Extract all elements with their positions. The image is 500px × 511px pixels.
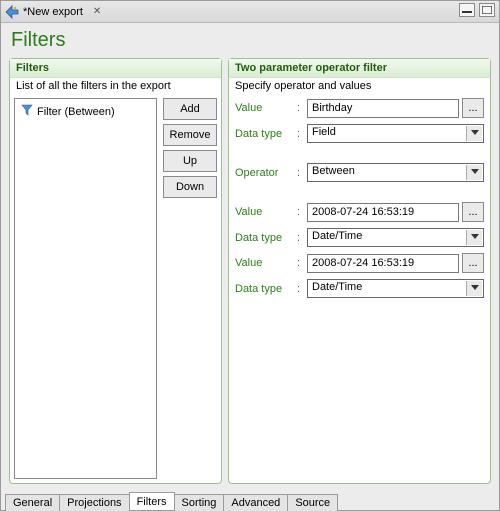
tab-general[interactable]: General [5,494,60,511]
filters-panel: Filters List of all the filters in the e… [9,58,222,484]
datatype3-row: Data type : Date/Time [235,279,484,298]
operator-row: Operator : Between [235,163,484,182]
page-title: Filters [11,29,491,52]
add-button[interactable]: Add [163,98,217,120]
chevron-down-icon [471,169,479,174]
chevron-down-icon [471,285,479,290]
value1-label: Value [235,102,297,114]
tab-filters[interactable]: Filters [129,492,175,510]
filter-action-buttons: Add Remove Up Down [163,98,217,479]
tab-projections[interactable]: Projections [59,494,129,511]
panels-row: Filters List of all the filters in the e… [9,58,491,484]
filter-detail-subtitle: Specify operator and values [229,78,490,98]
filter-form: Value : ... Data type : Field [229,98,490,304]
editor-window: *New export ✕ Filters Filters List of al… [0,0,500,511]
up-button[interactable]: Up [163,150,217,172]
tab-advanced[interactable]: Advanced [223,494,288,511]
window-title: *New export [23,6,83,18]
filters-tree[interactable]: Filter (Between) [14,98,157,479]
datatype1-row: Data type : Field [235,124,484,143]
operator-select[interactable]: Between [307,163,484,182]
filter-tree-item[interactable]: Filter (Between) [19,103,152,120]
chevron-down-icon [471,234,479,239]
app-icon [5,5,19,19]
value2-input[interactable] [307,203,459,222]
filter-tree-item-label: Filter (Between) [37,106,115,118]
bottom-tabstrip: General Projections Filters Sorting Adva… [1,488,499,510]
datatype1-select[interactable]: Field [307,124,484,143]
value2-row: Value : ... [235,202,484,222]
filters-panel-title: Filters [10,59,221,78]
tab-source[interactable]: Source [287,494,338,511]
datatype2-row: Data type : Date/Time [235,228,484,247]
funnel-icon [21,104,33,119]
datatype1-label: Data type [235,128,297,140]
filter-detail-title: Two parameter operator filter [229,59,490,78]
remove-button[interactable]: Remove [163,124,217,146]
titlebar: *New export ✕ [1,1,499,23]
value2-label: Value [235,206,297,218]
value1-browse-button[interactable]: ... [462,98,484,118]
content-area: Filters Filters List of all the filters … [1,23,499,488]
down-button[interactable]: Down [163,176,217,198]
value3-label: Value [235,257,297,269]
datatype2-label: Data type [235,232,297,244]
value1-input[interactable] [307,99,459,118]
datatype2-select[interactable]: Date/Time [307,228,484,247]
value3-input[interactable] [307,254,459,273]
chevron-down-icon [471,130,479,135]
value2-browse-button[interactable]: ... [462,202,484,222]
filters-panel-subtitle: List of all the filters in the export [10,78,221,98]
value3-row: Value : ... [235,253,484,273]
filter-detail-panel: Two parameter operator filter Specify op… [228,58,491,484]
maximize-button[interactable] [479,3,495,17]
value1-row: Value : ... [235,98,484,118]
close-tab-icon[interactable]: ✕ [93,6,101,17]
minimize-button[interactable] [459,3,475,17]
datatype3-select[interactable]: Date/Time [307,279,484,298]
datatype3-label: Data type [235,283,297,295]
operator-label: Operator [235,167,297,179]
value3-browse-button[interactable]: ... [462,253,484,273]
tab-sorting[interactable]: Sorting [174,494,225,511]
